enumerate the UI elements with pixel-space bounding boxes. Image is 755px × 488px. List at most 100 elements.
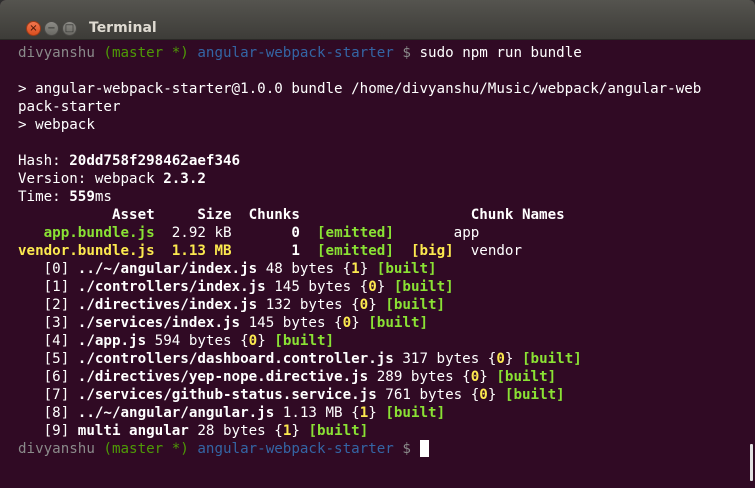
prompt-symbol: $ <box>402 45 411 61</box>
module-row: [4] ./app.js 594 bytes {0} [built] <box>18 332 701 350</box>
module-path: ./controllers/index.js <box>77 279 266 295</box>
module-chunk: 0 <box>248 333 258 349</box>
module-path: ./app.js <box>77 333 147 349</box>
assets-header-text: Asset Size Chunks Chunk Names <box>18 207 565 223</box>
asset-row: vendor.bundle.js 1.13 MB 1 [emitted] [bi… <box>18 242 701 260</box>
module-row: [3] ./services/index.js 145 bytes {0} [b… <box>18 314 701 332</box>
script-header-text: > webpack <box>18 117 95 133</box>
asset-chunk-name: app <box>453 225 480 241</box>
module-chunk: 0 <box>479 387 488 403</box>
prompt-dir: angular-webpack-starter <box>197 45 394 61</box>
module-path: ./services/index.js <box>77 315 241 331</box>
asset-chunks: 0 <box>231 225 317 241</box>
module-row: [9] multi angular 28 bytes {1} [built] <box>18 422 701 440</box>
module-size: 761 bytes { <box>376 387 480 403</box>
module-status: [built] <box>376 261 437 277</box>
scrollbar-thumb[interactable] <box>750 444 753 481</box>
module-size: 132 bytes { <box>257 297 360 313</box>
version-line: Version: webpack 2.3.2 <box>18 170 701 188</box>
module-row: [5] ./controllers/dashboard.controller.j… <box>18 350 701 368</box>
module-chunk-brace: } <box>257 333 275 349</box>
prompt-branch: (master *) <box>103 45 189 61</box>
module-status: [built] <box>368 315 429 331</box>
module-chunk: 0 <box>496 351 505 367</box>
module-size: 28 bytes { <box>188 423 283 439</box>
terminal-lines: divyanshu (master *) angular-webpack-sta… <box>18 44 701 458</box>
module-status: [built] <box>393 279 454 295</box>
module-status: [built] <box>274 333 335 349</box>
time-label: Time: <box>18 189 70 205</box>
prompt-user: divyanshu <box>18 441 95 457</box>
module-chunk-brace: } <box>376 279 394 295</box>
module-size: 594 bytes { <box>146 333 249 349</box>
prompt-symbol: $ <box>402 441 411 457</box>
hash-label: Hash: <box>18 153 70 169</box>
module-row: [7] ./services/github-status.service.js … <box>18 386 701 404</box>
module-chunk-brace: } <box>291 423 309 439</box>
script-header-line: pack-starter <box>18 98 701 116</box>
current-prompt-line: divyanshu (master *) angular-webpack-sta… <box>18 440 701 458</box>
module-chunk-brace: } <box>351 315 369 331</box>
module-index: [1] <box>18 279 78 295</box>
title-bar[interactable]: × − □ Terminal <box>0 0 755 40</box>
asset-chunks: 1 <box>231 243 317 259</box>
module-index: [3] <box>18 315 78 331</box>
module-status: [built] <box>504 387 565 403</box>
prompt-user: divyanshu <box>18 45 95 61</box>
command-text: sudo npm run bundle <box>419 45 582 61</box>
window-title: Terminal <box>89 20 157 36</box>
module-size: 1.13 MB { <box>274 405 360 421</box>
module-row: [8] ../~/angular/angular.js 1.13 MB {1} … <box>18 404 701 422</box>
module-chunk: 0 <box>470 369 480 385</box>
asset-row: app.bundle.js 2.92 kB 0 [emitted] app <box>18 224 701 242</box>
module-status: [built] <box>521 351 582 367</box>
time-unit: ms <box>94 189 112 205</box>
module-index: [9] <box>18 423 78 439</box>
module-path: ./directives/yep-nope.directive.js <box>77 369 369 385</box>
asset-big-badge: [big] <box>410 243 454 259</box>
module-chunk: 0 <box>342 315 352 331</box>
module-status: [built] <box>385 405 446 421</box>
assets-header: Asset Size Chunks Chunk Names <box>18 206 701 224</box>
module-status: [built] <box>496 369 557 385</box>
module-chunk: 0 <box>368 279 377 295</box>
module-size: 289 bytes { <box>368 369 471 385</box>
module-path: ../~/angular/index.js <box>77 261 258 277</box>
asset-name: vendor.bundle.js <box>18 243 155 259</box>
module-path: ./controllers/dashboard.controller.js <box>77 351 394 367</box>
scrollbar[interactable] <box>735 40 755 488</box>
module-path: multi angular <box>77 423 189 439</box>
script-header-line: > webpack <box>18 116 701 134</box>
asset-emitted: [emitted] <box>316 243 394 259</box>
cursor[interactable] <box>419 440 429 457</box>
module-row: [2] ./directives/index.js 132 bytes {0} … <box>18 296 701 314</box>
prompt-dir: angular-webpack-starter <box>197 441 394 457</box>
module-status: [built] <box>308 423 369 439</box>
prompt-branch: (master *) <box>103 441 189 457</box>
module-chunk-brace: } <box>504 351 522 367</box>
asset-size: 1.13 MB <box>171 243 232 259</box>
minimize-icon[interactable]: − <box>44 21 59 36</box>
terminal-output[interactable]: divyanshu (master *) angular-webpack-sta… <box>0 40 735 488</box>
module-path: ../~/angular/angular.js <box>77 405 275 421</box>
time-line: Time: 559ms <box>18 188 701 206</box>
time-value: 559 <box>69 189 95 205</box>
maximize-icon[interactable]: □ <box>62 21 77 36</box>
version-label: Version: webpack <box>18 171 164 187</box>
module-index: [0] <box>18 261 78 277</box>
close-icon[interactable]: × <box>26 21 41 36</box>
module-path: ./directives/index.js <box>77 297 258 313</box>
asset-chunk-name: vendor <box>470 243 523 259</box>
module-index: [8] <box>18 405 78 421</box>
module-index: [6] <box>18 369 78 385</box>
module-size: 145 bytes { <box>265 279 369 295</box>
script-header-text: pack-starter <box>18 99 121 115</box>
terminal-window: × − □ Terminal divyanshu (master *) angu… <box>0 0 755 488</box>
module-index: [5] <box>18 351 78 367</box>
module-row: [0] ../~/angular/index.js 48 bytes {1} [… <box>18 260 701 278</box>
asset-emitted: [emitted] <box>316 225 394 241</box>
module-chunk: 1 <box>359 405 369 421</box>
module-chunk-brace: } <box>359 261 377 277</box>
module-chunk: 0 <box>359 297 369 313</box>
